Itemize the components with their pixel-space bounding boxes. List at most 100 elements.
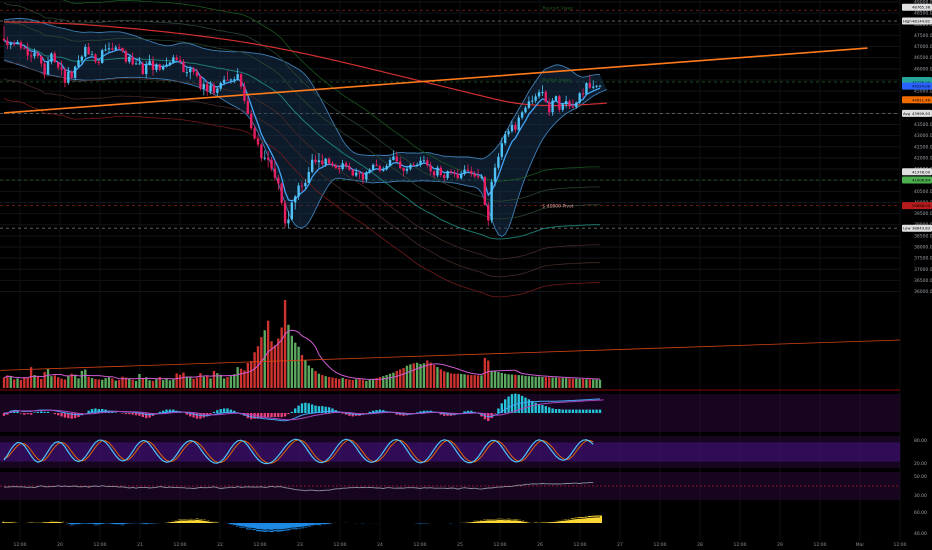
candle-body[interactable]	[63, 69, 67, 83]
candle-body[interactable]	[145, 65, 148, 74]
candle-body[interactable]	[487, 204, 490, 221]
candle-body[interactable]	[80, 56, 84, 61]
candle-body[interactable]	[73, 66, 77, 78]
candle-body[interactable]	[114, 47, 117, 50]
candle-body[interactable]	[371, 164, 375, 170]
candle-body[interactable]	[104, 49, 107, 51]
candle-body[interactable]	[60, 67, 63, 70]
candle-body[interactable]	[29, 55, 33, 57]
candle-body[interactable]	[422, 160, 426, 162]
candle-body[interactable]	[26, 48, 29, 56]
candle-body[interactable]	[456, 173, 459, 179]
candle-body[interactable]	[294, 196, 297, 203]
candle-body[interactable]	[385, 165, 388, 170]
candle-body[interactable]	[544, 91, 548, 103]
candle-body[interactable]	[476, 176, 480, 178]
candle-body[interactable]	[216, 88, 219, 93]
candle-body[interactable]	[128, 56, 131, 62]
candle-body[interactable]	[327, 158, 331, 164]
candle-body[interactable]	[53, 53, 56, 63]
candle-body[interactable]	[324, 158, 327, 165]
candle-body[interactable]	[568, 101, 571, 107]
candle-body[interactable]	[260, 144, 263, 159]
candle-body[interactable]	[558, 96, 561, 110]
candle-body[interactable]	[588, 83, 592, 88]
candle-body[interactable]	[483, 176, 487, 205]
candle-body[interactable]	[395, 156, 399, 162]
candle-body[interactable]	[507, 131, 510, 135]
candle-body[interactable]	[402, 167, 405, 171]
candle-body[interactable]	[378, 165, 382, 171]
candle-body[interactable]	[490, 181, 493, 221]
candle-body[interactable]	[273, 168, 277, 178]
candle-body[interactable]	[266, 157, 270, 160]
candle-body[interactable]	[117, 47, 121, 49]
candle-body[interactable]	[561, 104, 564, 110]
candle-body[interactable]	[500, 143, 503, 157]
candle-body[interactable]	[564, 101, 568, 105]
candle-body[interactable]	[415, 164, 419, 166]
candle-body[interactable]	[158, 64, 161, 70]
candle-body[interactable]	[520, 112, 524, 118]
candle-body[interactable]	[219, 82, 222, 89]
candle-body[interactable]	[338, 167, 341, 170]
candle-body[interactable]	[19, 42, 23, 48]
candle-body[interactable]	[493, 167, 497, 182]
candle-body[interactable]	[473, 173, 476, 177]
candle-body[interactable]	[453, 172, 456, 174]
candle-body[interactable]	[9, 43, 12, 45]
candle-body[interactable]	[283, 202, 287, 224]
candle-body[interactable]	[432, 171, 436, 176]
candle-body[interactable]	[307, 171, 310, 183]
candle-body[interactable]	[87, 46, 90, 55]
candle-body[interactable]	[443, 175, 446, 178]
candle-body[interactable]	[405, 168, 409, 171]
candle-body[interactable]	[449, 171, 453, 173]
candle-body[interactable]	[226, 79, 229, 81]
candle-body[interactable]	[331, 163, 334, 166]
candle-body[interactable]	[107, 48, 111, 50]
candle-body[interactable]	[344, 163, 348, 167]
candle-body[interactable]	[50, 53, 53, 62]
candle-body[interactable]	[578, 93, 581, 103]
candle-body[interactable]	[40, 55, 43, 64]
candle-body[interactable]	[16, 42, 19, 45]
candle-body[interactable]	[2, 38, 6, 41]
candle-body[interactable]	[121, 47, 124, 52]
candle-body[interactable]	[178, 59, 182, 62]
candle-body[interactable]	[517, 117, 520, 130]
candle-body[interactable]	[459, 173, 463, 179]
candle-body[interactable]	[592, 86, 595, 88]
candle-body[interactable]	[470, 171, 473, 174]
candle-body[interactable]	[300, 185, 304, 187]
candle-body[interactable]	[43, 63, 46, 75]
candle-body[interactable]	[212, 85, 216, 93]
candle-body[interactable]	[426, 160, 429, 166]
candle-body[interactable]	[131, 56, 134, 65]
candle-body[interactable]	[531, 100, 534, 102]
candle-body[interactable]	[571, 106, 575, 108]
candle-body[interactable]	[6, 40, 9, 45]
candle-body[interactable]	[375, 164, 378, 166]
candle-body[interactable]	[382, 169, 385, 171]
candle-body[interactable]	[439, 167, 443, 176]
candle-body[interactable]	[480, 176, 483, 178]
candle-body[interactable]	[202, 84, 205, 89]
candle-body[interactable]	[209, 85, 212, 92]
candle-body[interactable]	[581, 93, 585, 95]
candle-body[interactable]	[554, 96, 558, 101]
candle-body[interactable]	[551, 100, 554, 113]
candle-body[interactable]	[270, 159, 273, 169]
candle-body[interactable]	[90, 54, 94, 56]
candle-body[interactable]	[399, 161, 402, 168]
candle-body[interactable]	[12, 43, 16, 45]
candle-body[interactable]	[233, 79, 236, 81]
candle-body[interactable]	[368, 169, 371, 173]
candle-body[interactable]	[304, 182, 307, 187]
candle-body[interactable]	[94, 54, 97, 62]
candle-body[interactable]	[243, 86, 246, 101]
candle-body[interactable]	[358, 172, 361, 174]
candle-body[interactable]	[229, 79, 233, 81]
candle-body[interactable]	[510, 124, 514, 132]
candle-body[interactable]	[141, 63, 145, 74]
